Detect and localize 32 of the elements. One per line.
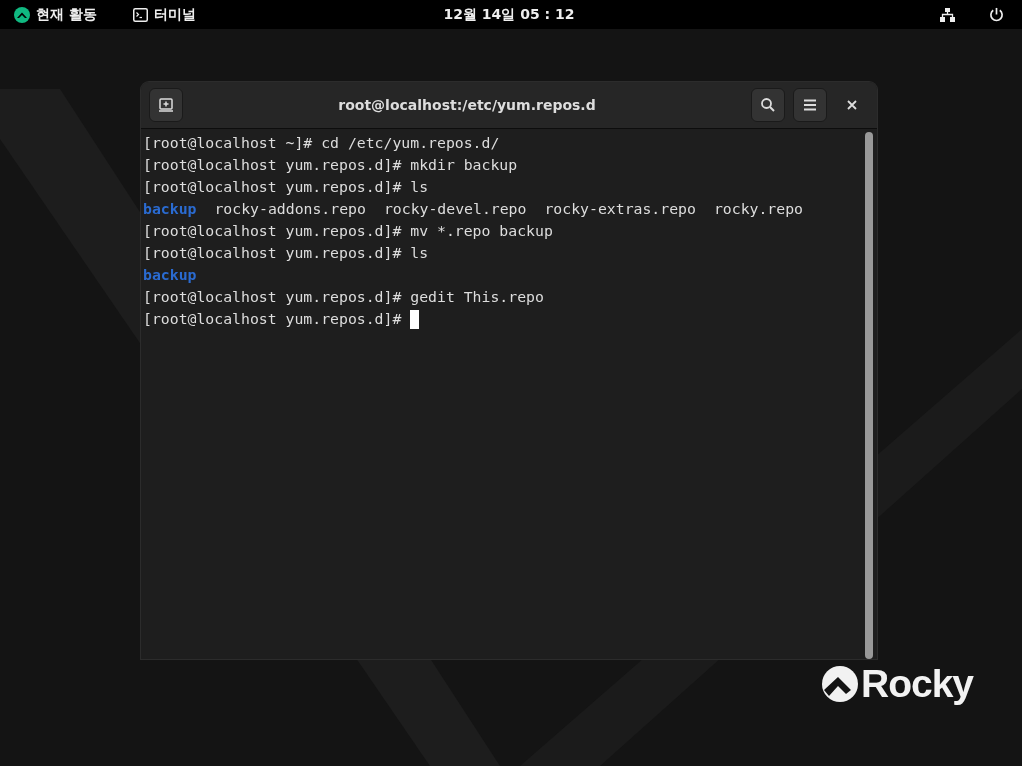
terminal-text: [root@localhost yum.repos.d]# ls	[143, 243, 429, 263]
new-tab-icon	[158, 97, 174, 113]
window-title: root@localhost:/etc/yum.repos.d	[337, 97, 597, 113]
terminal-text: [root@localhost yum.repos.d]# mkdir backup	[143, 155, 518, 175]
directory-name: backup	[143, 199, 197, 219]
close-icon	[847, 100, 857, 110]
terminal-text: rocky-devel.repo	[383, 199, 527, 219]
text-cursor	[410, 309, 420, 329]
terminal-text: rocky-addons.repo	[214, 199, 366, 219]
search-button[interactable]	[751, 88, 785, 122]
terminal-text: rocky.repo	[713, 199, 803, 219]
logo-text: Rocky	[861, 662, 974, 706]
search-icon	[760, 97, 776, 113]
terminal-icon	[132, 7, 148, 22]
logo-icon[interactable]	[14, 6, 30, 23]
terminal-text: [root@localhost yum.repos.d]# mv *.repo backup	[143, 221, 553, 241]
terminal-text: [root@localhost yum.repos.d]# gedit This.repo	[143, 287, 544, 307]
menu-icon	[803, 99, 817, 111]
clock[interactable]: 12월 14일 05 : 12	[443, 5, 575, 22]
terminal-text: [root@localhost yum.repos.d]#	[143, 309, 402, 329]
scrollbar-thumb[interactable]	[865, 132, 873, 659]
terminal-text: [root@localhost ~]# cd /etc/yum.repos.d/	[143, 133, 500, 153]
terminal-text: rocky-extras.repo	[544, 199, 696, 219]
menu-button[interactable]	[793, 88, 827, 122]
network-icon[interactable]	[940, 7, 955, 22]
new-tab-button[interactable]	[149, 88, 183, 122]
power-icon[interactable]	[989, 7, 1004, 22]
app-menu[interactable]: 터미널	[153, 5, 196, 24]
rocky-logo-icon	[821, 665, 859, 703]
activities-button[interactable]: 현재 활동	[36, 5, 97, 24]
terminal-text: [root@localhost yum.repos.d]# ls	[143, 177, 429, 197]
directory-name: backup	[143, 265, 197, 285]
